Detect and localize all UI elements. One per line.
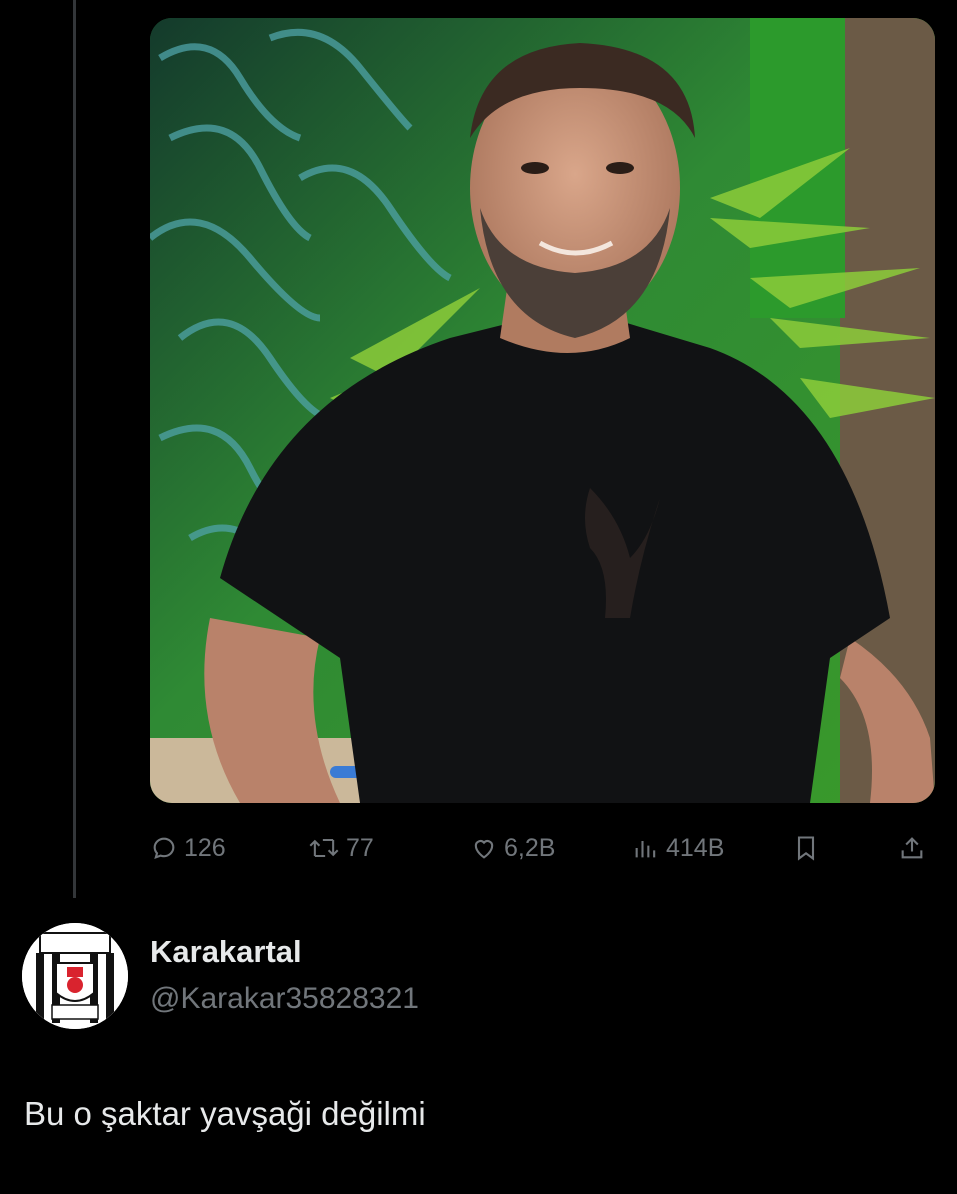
photo-image <box>150 18 935 803</box>
like-icon <box>474 840 494 859</box>
views-count: 414B <box>666 833 725 862</box>
thread-connector-line <box>73 0 76 898</box>
like-button[interactable]: 6,2B <box>470 826 555 870</box>
share-icon <box>901 837 923 859</box>
share-button[interactable] <box>898 826 926 870</box>
retweet-count: 77 <box>346 833 374 862</box>
bookmark-button[interactable] <box>792 826 820 870</box>
tweet-text: Bu o şaktar yavşaği değilmi <box>24 1095 426 1132</box>
user-handle[interactable]: @Karakar35828321 <box>150 982 419 1016</box>
reply-button[interactable]: 126 <box>150 826 226 870</box>
views-icon <box>635 841 656 858</box>
views-button[interactable]: 414B <box>632 826 724 870</box>
bjk-crest-icon <box>22 923 128 1029</box>
reply-count: 126 <box>184 833 226 862</box>
like-count: 6,2B <box>504 833 556 862</box>
reply-icon <box>153 837 175 860</box>
retweet-button[interactable]: 77 <box>308 826 374 870</box>
tweet-photo[interactable] <box>150 18 935 803</box>
avatar[interactable] <box>22 923 128 1029</box>
tweet-action-bar: 126 77 6,2B 414B <box>0 826 957 870</box>
retweet-icon <box>309 838 339 858</box>
bookmark-icon <box>797 836 815 861</box>
display-name[interactable]: Karakartal <box>150 934 302 970</box>
